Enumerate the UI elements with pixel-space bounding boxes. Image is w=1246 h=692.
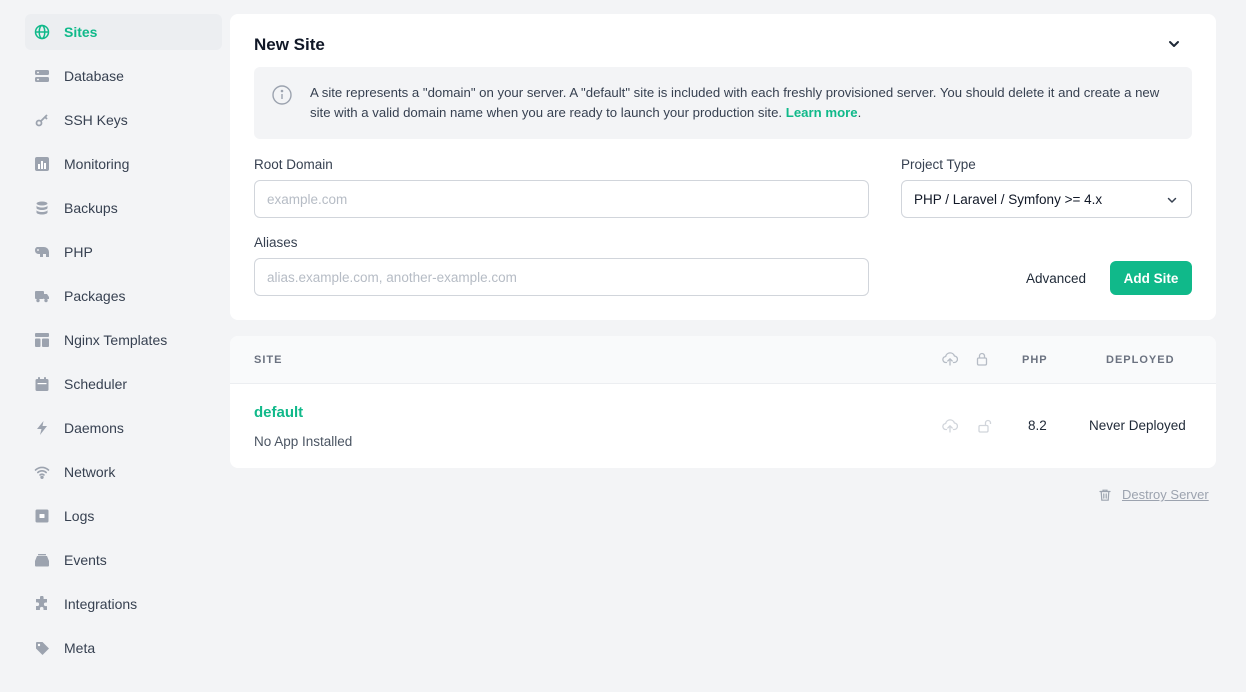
sidebar-item-label: Scheduler [64, 376, 128, 392]
header-php: PHP [1022, 354, 1048, 366]
chart-bar-icon [34, 156, 50, 172]
info-message: A site represents a "domain" on your ser… [310, 85, 1160, 120]
archive-icon [34, 508, 50, 524]
info-period: . [857, 105, 862, 120]
sidebar-item-php[interactable]: PHP [25, 234, 222, 270]
bolt-icon [34, 420, 50, 436]
elephant-icon [34, 244, 50, 260]
sidebar-item-label: Nginx Templates [64, 332, 168, 348]
truck-icon [34, 288, 50, 304]
sites-table: SITE PHP DEPLOYED default No App Install… [230, 336, 1216, 468]
sidebar-item-label: Sites [64, 24, 98, 40]
advanced-button[interactable]: Advanced [1016, 261, 1096, 295]
info-box: A site represents a "domain" on your ser… [254, 67, 1192, 139]
add-site-button[interactable]: Add Site [1110, 261, 1192, 295]
project-type-select[interactable]: PHP / Laravel / Symfony >= 4.x [901, 180, 1192, 218]
root-domain-label: Root Domain [254, 157, 333, 172]
sidebar-item-label: Logs [64, 508, 95, 524]
puzzle-icon [34, 596, 50, 612]
sidebar-nav: Sites Database SSH Keys Monitoring Backu… [25, 14, 222, 674]
site-status: No App Installed [254, 434, 353, 449]
inbox-icon [34, 552, 50, 568]
sidebar-item-scheduler[interactable]: Scheduler [25, 366, 222, 402]
sidebar-item-daemons[interactable]: Daemons [25, 410, 222, 446]
chevron-down-icon [1165, 193, 1179, 207]
sidebar-item-monitoring[interactable]: Monitoring [25, 146, 222, 182]
aliases-label: Aliases [254, 235, 298, 250]
tag-icon [34, 640, 50, 656]
sidebar-item-backups[interactable]: Backups [25, 190, 222, 226]
sidebar-item-label: Network [64, 464, 116, 480]
sidebar-item-label: PHP [64, 244, 93, 260]
sidebar-item-label: Backups [64, 200, 118, 216]
stack-icon [34, 200, 50, 216]
chevron-down-icon[interactable] [1166, 36, 1182, 52]
site-deployed: Never Deployed [1089, 418, 1186, 433]
trash-icon [1099, 489, 1111, 501]
sidebar-item-database[interactable]: Database [25, 58, 222, 94]
database-icon [34, 68, 50, 84]
learn-more-link[interactable]: Learn more [786, 105, 858, 120]
new-site-title: New Site [254, 35, 325, 54]
header-site: SITE [254, 354, 283, 366]
cloud-upload-icon [942, 351, 959, 367]
sidebar-item-sites[interactable]: Sites [25, 14, 222, 50]
sidebar-item-nginx-templates[interactable]: Nginx Templates [25, 322, 222, 358]
info-icon [271, 84, 293, 106]
lock-open-icon [976, 418, 992, 434]
sidebar-item-logs[interactable]: Logs [25, 498, 222, 534]
destroy-server-label: Destroy Server [1122, 487, 1209, 502]
sidebar-item-label: SSH Keys [64, 112, 128, 128]
sidebar-item-ssh-keys[interactable]: SSH Keys [25, 102, 222, 138]
wifi-icon [34, 464, 50, 480]
sidebar-item-label: Daemons [64, 420, 124, 436]
globe-icon [34, 24, 50, 40]
header-deployed: DEPLOYED [1106, 354, 1175, 366]
sidebar-item-meta[interactable]: Meta [25, 630, 222, 666]
sidebar-item-label: Database [64, 68, 124, 84]
new-site-card: New Site A site represents a "domain" on… [230, 14, 1216, 320]
sidebar-item-label: Meta [64, 640, 96, 656]
sidebar-item-label: Integrations [64, 596, 138, 612]
template-icon [34, 332, 50, 348]
calendar-icon [34, 376, 50, 392]
root-domain-input[interactable] [254, 180, 869, 218]
project-type-label: Project Type [901, 157, 976, 172]
site-name-link[interactable]: default [254, 404, 303, 421]
sidebar-item-label: Monitoring [64, 156, 130, 172]
info-text: A site represents a "domain" on your ser… [310, 83, 1178, 123]
project-type-value: PHP / Laravel / Symfony >= 4.x [914, 191, 1103, 207]
table-header: SITE PHP DEPLOYED [230, 336, 1216, 384]
aliases-input[interactable] [254, 258, 869, 296]
sidebar-item-network[interactable]: Network [25, 454, 222, 490]
sidebar-item-label: Packages [64, 288, 126, 304]
sidebar-item-integrations[interactable]: Integrations [25, 586, 222, 622]
sidebar-item-events[interactable]: Events [25, 542, 222, 578]
destroy-server-button[interactable]: Destroy Server [1098, 487, 1209, 502]
sidebar-item-label: Events [64, 552, 107, 568]
cloud-upload-icon [942, 418, 959, 434]
key-icon [34, 112, 50, 128]
lock-icon [974, 351, 990, 367]
sidebar-item-packages[interactable]: Packages [25, 278, 222, 314]
site-php-version: 8.2 [1028, 418, 1047, 433]
